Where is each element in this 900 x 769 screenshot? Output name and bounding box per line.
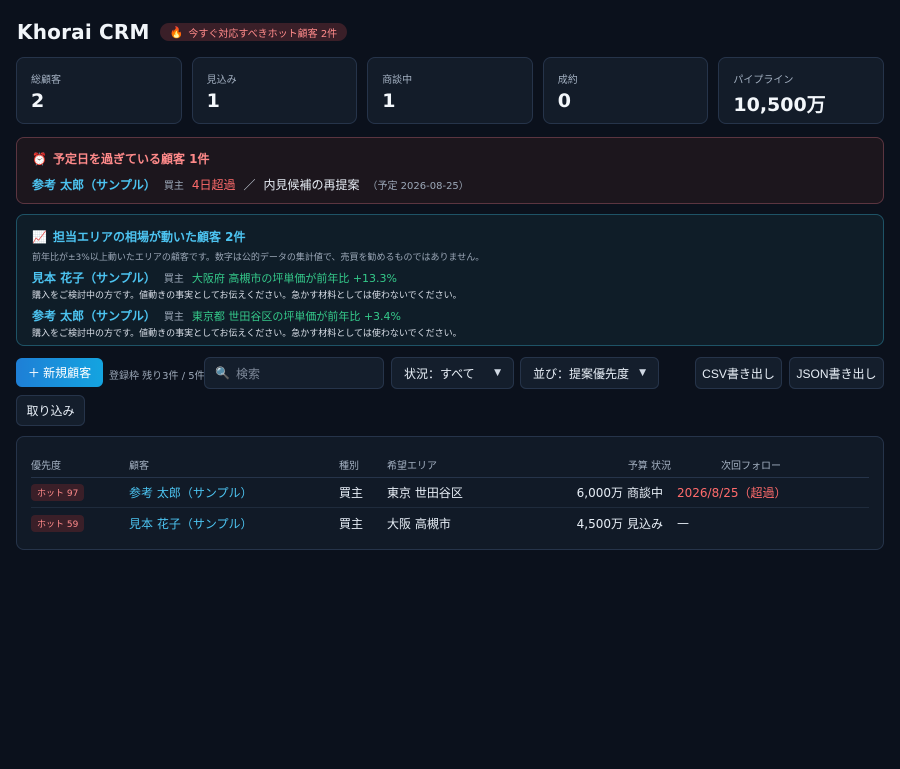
search-input[interactable]: 🔍 検索	[204, 357, 384, 389]
deal-status: 見込み	[627, 516, 664, 531]
market-alert-title: 📈 担当エリアの相場が動いた顧客 2件	[32, 228, 868, 245]
customer-name-link[interactable]: 見本 花子（サンプル）	[129, 515, 339, 532]
preferred-area: 東京 世田谷区	[387, 486, 463, 500]
header-budget-status[interactable]: 予算 状況	[527, 457, 677, 472]
market-item: 参考 太郎（サンプル） 買主 東京都 世田谷区の坪単価が前年比 +3.4% 購入…	[32, 307, 868, 339]
stat-closed: 成約 0	[542, 57, 709, 124]
customer-kind: 買主	[339, 516, 364, 531]
overdue-alert-panel: ⏰ 予定日を過ぎている顧客 1件 参考 太郎（サンプル） 買主 4日超過 ／ 内…	[16, 137, 884, 204]
stat-negotiating: 商談中 1	[367, 57, 533, 124]
market-title-text: 担当エリアの相場が動いた顧客 2件	[52, 230, 246, 244]
budget: 6,000万	[576, 486, 623, 500]
stat-value: 1	[206, 90, 220, 112]
preferred-area: 大阪 高槻市	[387, 516, 451, 531]
header-next-follow[interactable]: 次回フォロー	[677, 457, 869, 472]
market-customer-link[interactable]: 参考 太郎（サンプル）	[32, 307, 156, 324]
next-follow-date: —	[677, 516, 689, 530]
due-date: （予定 2026-08-25）	[367, 181, 469, 192]
stat-label: パイプライン	[733, 75, 794, 86]
market-movement-panel: 📈 担当エリアの相場が動いた顧客 2件 前年比が±3%以上動いたエリアの顧客です…	[16, 214, 884, 346]
stat-label: 商談中	[382, 75, 413, 86]
stat-value: 2	[31, 90, 45, 112]
sort-select[interactable]: 並び：提案優先度 ▼	[520, 357, 659, 389]
stat-value: 0	[557, 90, 572, 112]
status-filter-value: 状況：すべて	[404, 366, 475, 381]
new-customer-button[interactable]: ＋ 新規顧客	[16, 358, 103, 387]
registration-quota: 登録枠 残り3件 / 5件	[109, 371, 205, 382]
customer-kind: 買主	[163, 274, 184, 285]
overdue-customer-link[interactable]: 参考 太郎（サンプル）	[32, 176, 156, 193]
chart-icon: 📈	[32, 229, 47, 244]
csv-export-button[interactable]: CSV書き出し	[695, 357, 782, 389]
market-guidance: 購入をご検討中の方です。値動きの事実としてお伝えください。急かす材料としては使わ…	[32, 329, 462, 339]
customer-table: 優先度 顧客 種別 希望エリア 予算 状況 次回フォロー ホット 97 参考 太…	[16, 436, 884, 550]
stat-total-customers: 総顧客 2	[16, 57, 182, 124]
market-guidance: 購入をご検討中の方です。値動きの事実としてお伝えください。急かす材料としては使わ…	[32, 291, 462, 301]
status-filter-select[interactable]: 状況：すべて ▼	[391, 357, 514, 389]
customer-kind: 買主	[163, 181, 184, 192]
header-priority[interactable]: 優先度	[31, 457, 129, 472]
deal-status: 商談中	[627, 486, 664, 500]
app-header: Khorai CRM 🔥 今すぐ対応すべきホット顧客 2件	[17, 20, 348, 44]
overdue-customer-row: 参考 太郎（サンプル） 買主 4日超過 ／ 内見候補の再提案 （予定 2026-…	[32, 176, 868, 193]
market-change: 東京都 世田谷区の坪単価が前年比 +3.4%	[191, 310, 401, 323]
stat-value: 1	[382, 90, 396, 112]
stat-prospects: 見込み 1	[191, 57, 358, 124]
search-placeholder: 検索	[235, 366, 260, 381]
import-button[interactable]: 取り込み	[16, 395, 85, 426]
stat-label: 見込み	[206, 75, 237, 86]
overdue-days: 4日超過	[191, 178, 236, 192]
toolbar: ＋ 新規顧客 登録枠 残り3件 / 5件 🔍 検索 状況：すべて ▼ 並び：提案…	[16, 357, 884, 389]
stat-value: 10,500万	[733, 94, 826, 116]
market-customer-link[interactable]: 見本 花子（サンプル）	[32, 269, 156, 286]
market-change: 大阪府 高槻市の坪単価が前年比 +13.3%	[191, 272, 397, 285]
separator: ／	[243, 178, 256, 192]
sort-value: 並び：提案優先度	[533, 366, 630, 381]
priority-badge: ホット 97	[31, 484, 85, 501]
table-row[interactable]: ホット 59 見本 花子（サンプル） 買主 大阪 高槻市 4,500万 見込み …	[31, 508, 869, 538]
market-note: 前年比が±3%以上動いたエリアの顧客です。数字は公的データの集計値で、売買を勧め…	[32, 253, 485, 263]
budget: 4,500万	[576, 516, 623, 531]
customer-kind: 買主	[163, 312, 184, 323]
market-item: 見本 花子（サンプル） 買主 大阪府 高槻市の坪単価が前年比 +13.3% 購入…	[32, 269, 868, 301]
search-icon: 🔍	[215, 366, 230, 380]
overdue-alert-title: ⏰ 予定日を過ぎている顧客 1件	[32, 150, 868, 167]
customer-kind: 買主	[339, 486, 364, 500]
stats-row: 総顧客 2 見込み 1 商談中 1 成約 0 パイプライン 10,500万	[16, 57, 884, 124]
table-header: 優先度 顧客 種別 希望エリア 予算 状況 次回フォロー	[31, 451, 869, 478]
stat-pipeline: パイプライン 10,500万	[718, 57, 884, 124]
hot-customers-badge[interactable]: 🔥 今すぐ対応すべきホット顧客 2件	[159, 23, 348, 41]
app-title: Khorai CRM	[17, 20, 150, 44]
stat-label: 総顧客	[31, 75, 61, 86]
next-follow-date: 2026/8/25（超過）	[677, 486, 787, 500]
json-export-button[interactable]: JSON書き出し	[789, 357, 884, 389]
hot-badge-label: 今すぐ対応すべきホット顧客 2件	[188, 28, 338, 40]
header-area[interactable]: 希望エリア	[387, 457, 527, 472]
header-customer[interactable]: 顧客	[129, 457, 339, 472]
overdue-title-text: 予定日を過ぎている顧客 1件	[52, 152, 210, 166]
chevron-down-icon: ▼	[494, 368, 501, 378]
next-action: 内見候補の再提案	[263, 178, 360, 192]
chevron-down-icon: ▼	[639, 368, 646, 378]
table-row[interactable]: ホット 97 参考 太郎（サンプル） 買主 東京 世田谷区 6,000万 商談中…	[31, 478, 869, 508]
flame-icon: 🔥	[169, 25, 184, 39]
priority-badge: ホット 59	[31, 514, 85, 532]
alarm-clock-icon: ⏰	[32, 151, 47, 166]
customer-name-link[interactable]: 参考 太郎（サンプル）	[129, 484, 339, 501]
stat-label: 成約	[557, 75, 578, 86]
header-kind[interactable]: 種別	[339, 457, 387, 472]
